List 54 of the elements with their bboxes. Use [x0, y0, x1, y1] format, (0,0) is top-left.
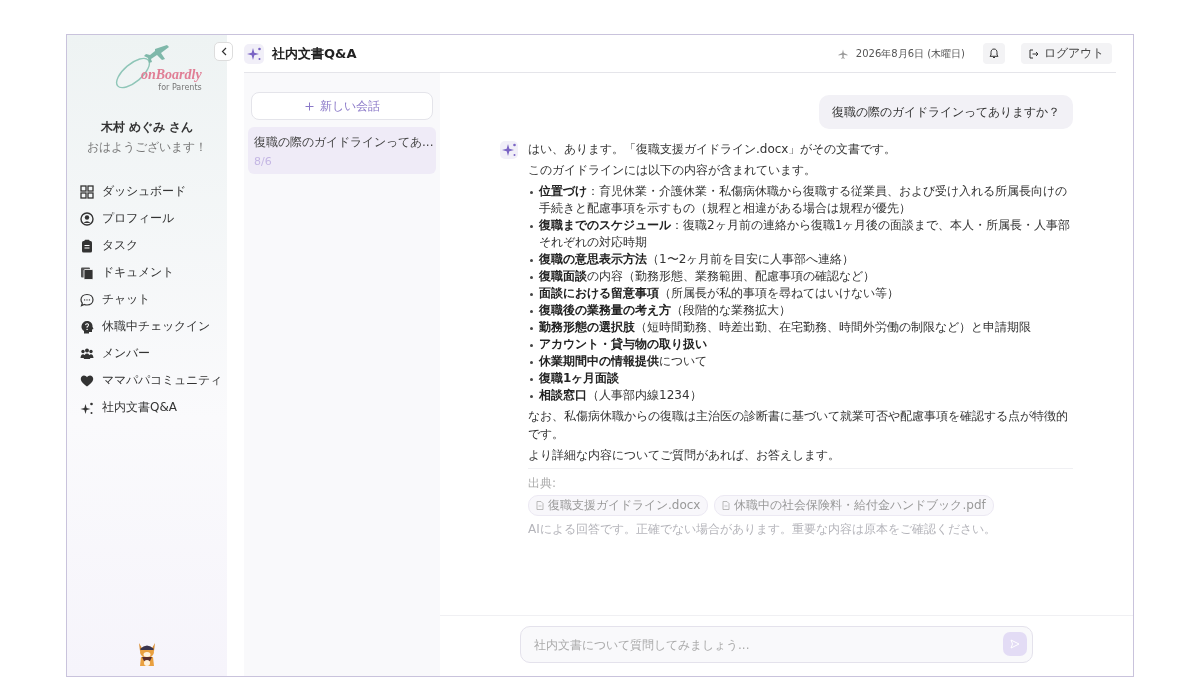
logout-icon	[1029, 48, 1039, 59]
logout-button[interactable]: ログアウト	[1021, 43, 1112, 64]
people-icon	[80, 346, 94, 361]
send-icon	[1010, 639, 1020, 649]
documents-icon	[80, 265, 94, 280]
list-item: 位置づけ：育児休業・介護休業・私傷病休職から復職する従業員、および受け入れる所属長向けの手続きと配慮事項を示すもの（規程と相違がある場合は規程が優先）	[539, 183, 1068, 218]
head-question-icon	[80, 319, 94, 334]
list-item: 復職までのスケジュール：復職2ヶ月前の連絡から復職1ヶ月後の面談まで、本人・所属長・人事部それぞれの対応時期	[539, 217, 1072, 252]
message-paragraph: より詳細な内容についてご質問があれば、お答えします。	[528, 446, 841, 464]
bell-icon	[989, 48, 999, 59]
nav-item[interactable]: チャット	[80, 286, 150, 313]
file-icon	[536, 500, 544, 510]
list-item: 復職の意思表示方法（1〜2ヶ月前を目安に人事部へ連絡）	[539, 251, 855, 269]
list-item: 相談窓口（人事部内線1234）	[539, 387, 702, 405]
sources-label: 出典:	[528, 474, 558, 492]
chevron-left-icon	[220, 47, 227, 56]
chat-bubble-icon	[80, 292, 94, 307]
plus-icon	[304, 101, 314, 111]
nav-item[interactable]: タスク	[80, 232, 138, 259]
sparkle-icon	[80, 400, 94, 415]
date-text: 2026年8月6日 (木曜日)	[855, 46, 965, 61]
page-title: 社内文書Q&A	[272, 44, 357, 63]
logo-tagline: for Parents	[158, 83, 202, 92]
nav-item[interactable]: メンバー	[80, 340, 150, 367]
nav-item[interactable]: 社内文書Q&A	[80, 394, 177, 421]
message-paragraph: このガイドラインには以下の内容が含まれています。	[528, 162, 817, 180]
nav-item[interactable]: ダッシュボード	[80, 178, 186, 205]
list-item: アカウント・貸与物の取り扱い	[539, 336, 707, 354]
list-item: 復職後の業務量の考え方（段階的な業務拡大）	[539, 302, 791, 320]
nav-item[interactable]: 休職中チェックイン	[80, 313, 210, 340]
user-name: 木村 めぐみ さん	[100, 119, 194, 136]
user-message: 復職の際のガイドラインってありますか？	[819, 95, 1073, 129]
message-paragraph: なお、私傷病休職からの復職は主治医の診断書に基づいて就業可否や配慮事項を確認する点が特徴的です。	[528, 408, 1069, 443]
message-paragraph: はい、あります。「復職支援ガイドライン.docx」がその文書です。	[528, 141, 898, 158]
user-circle-icon	[80, 211, 94, 226]
notification-button[interactable]	[983, 43, 1005, 64]
list-item: 休業期間中の情報提供について	[539, 353, 707, 371]
new-conversation-button[interactable]: 新しい会話	[251, 92, 433, 120]
file-icon	[722, 500, 731, 510]
grid-icon	[80, 184, 94, 199]
clipboard-icon	[80, 238, 94, 253]
list-item: 復職面談の内容（勤務形態、業務範囲、配慮事項の確認など）	[539, 268, 875, 286]
list-item: 面談における留意事項（所属長が私的事項を尋ねてはいけない等）	[539, 285, 899, 303]
heart-icon	[80, 373, 94, 388]
nav-item[interactable]: ドキュメント	[80, 259, 174, 286]
list-item: 復職1ヶ月面談	[539, 370, 620, 388]
nav-item[interactable]: ママパパコミュニティ	[80, 367, 222, 394]
nav-item[interactable]: プロフィール	[80, 205, 174, 232]
list-item: 勤務形態の選択肢（短時間勤務、時差出勤、在宅勤務、時間外労働の制限など）と申請期限	[539, 319, 1031, 337]
disclaimer-text: AIによる回答です。正確でない場合があります。重要な内容は原本をご確認ください。	[528, 520, 997, 538]
greeting-text: おはようございます！	[87, 139, 207, 156]
collapse-button[interactable]	[214, 42, 233, 61]
logo-wordmark: onBoardly	[141, 67, 202, 83]
message-input[interactable]: 社内文書について質問してみましょう...	[520, 626, 1033, 663]
